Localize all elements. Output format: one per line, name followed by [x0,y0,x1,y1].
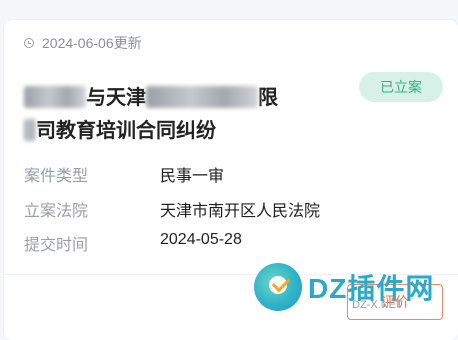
status-badge: 已立案 [359,72,443,102]
updated-time: 2024-06-06更新 [24,33,142,53]
watermark-logo-icon [254,263,302,311]
field-value: 2024-05-28 [160,231,242,248]
field-court: 立案法院 天津市南开区人民法院 [24,197,320,221]
updated-time-text: 2024-06-06更新 [42,35,142,51]
field-label: 案件类型 [24,168,89,185]
watermark-url: DZ-X.NET [352,299,403,311]
redacted-company [146,86,258,108]
redacted-name [24,86,86,108]
title-text-1b: 限 [258,87,278,109]
case-title[interactable]: 与天津 限 司教育培训合同纠纷 [24,82,324,148]
title-text-1: 与天津 [86,87,146,109]
check-icon [271,273,291,293]
clock-icon [24,38,34,48]
watermark: DZ插件网 [254,263,434,311]
field-value: 天津市南开区人民法院 [160,203,321,220]
field-case-type: 案件类型 民事一审 [24,162,224,186]
redacted-char [24,119,36,141]
field-submit-time: 提交时间 2024-05-28 [24,231,242,255]
field-label: 提交时间 [24,237,89,254]
field-label: 立案法院 [24,203,89,220]
title-text-2: 司教育培训合同纠纷 [36,120,216,142]
field-value: 民事一审 [160,168,225,185]
